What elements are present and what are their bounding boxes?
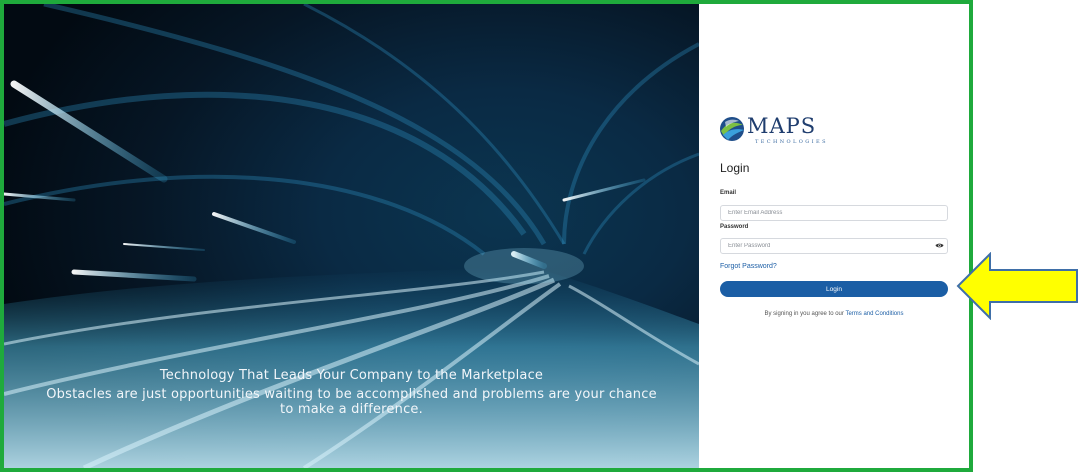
screenshot-frame: Technology That Leads Your Company to th… <box>0 0 973 472</box>
email-label: Email <box>720 190 737 196</box>
forgot-password-link[interactable]: Forgot Password? <box>720 263 777 270</box>
login-button[interactable]: Login <box>720 281 948 297</box>
hero-background: Technology That Leads Your Company to th… <box>4 4 699 468</box>
globe-logo-icon <box>720 117 744 141</box>
terms-notice: By signing in you agree to our Terms and… <box>720 311 948 317</box>
eye-icon[interactable] <box>935 242 944 249</box>
password-input[interactable] <box>720 238 948 254</box>
email-input[interactable] <box>720 205 948 221</box>
logo-tagline: TECHNOLOGIES <box>755 139 828 145</box>
terms-and-conditions-link[interactable]: Terms and Conditions <box>845 311 903 317</box>
login-panel: MAPS TECHNOLOGIES Login Email Password F… <box>699 4 969 468</box>
terms-prefix: By signing in you agree to our <box>764 311 846 317</box>
yellow-arrow-icon <box>956 252 1078 320</box>
login-heading: Login <box>720 161 750 175</box>
hero-title: Technology That Leads Your Company to th… <box>159 368 544 383</box>
logo-wordmark: MAPS <box>747 114 817 138</box>
hero-subtitle: Obstacles are just opportunities waiting… <box>46 387 657 417</box>
password-label: Password <box>720 224 749 230</box>
